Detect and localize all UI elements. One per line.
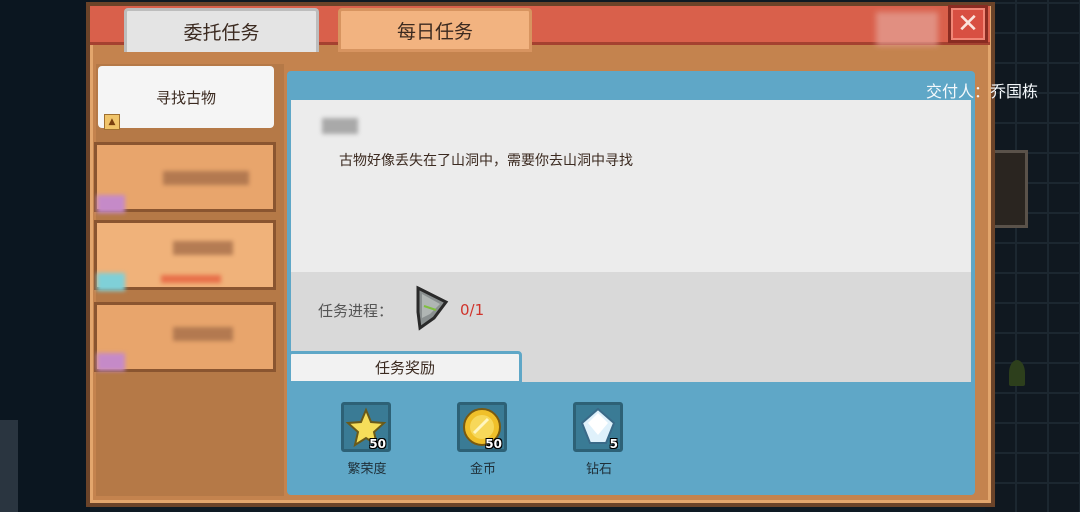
quest-list-item-label: 寻找古物 [155, 88, 216, 107]
rewards-tab-label: 任务奖励 [374, 359, 435, 377]
quest-description-box [291, 100, 971, 272]
progress-value: 0/1 [460, 301, 485, 319]
quest-list-item[interactable] [94, 142, 276, 213]
quest-list-item-selected[interactable]: 寻找古物 [98, 66, 274, 128]
reward-slot-gold[interactable]: 50 [457, 402, 507, 452]
tab-commission-label: 委托任务 [183, 22, 260, 44]
blurred-speaker-name [322, 118, 358, 134]
reward-slot-prosperity[interactable]: 50 [341, 402, 391, 452]
quest-gem-icon [97, 195, 125, 213]
flag-icon: ▲ [104, 114, 120, 130]
blurred-badge [876, 12, 938, 46]
quest-list-item[interactable] [94, 302, 276, 372]
reward-count: 50 [369, 437, 386, 451]
quest-gem-icon [97, 353, 125, 371]
background-wall [985, 0, 1080, 512]
blurred-quest-title [173, 241, 233, 255]
relic-fragment-icon [416, 285, 449, 331]
reward-label-gold: 金币 [469, 462, 496, 477]
quest-giver: 交付人：乔国栋 [925, 82, 1038, 101]
background-plant [1009, 360, 1025, 386]
reward-label-prosperity: 繁荣度 [347, 462, 387, 477]
reward-count: 5 [609, 437, 618, 451]
close-button[interactable]: ✕ [948, 5, 988, 43]
quest-list-item[interactable] [94, 220, 276, 291]
background-rock [0, 420, 18, 512]
close-icon: ✕ [957, 9, 979, 39]
tab-daily-quests[interactable]: 每日任务 [338, 8, 532, 52]
reward-label-diamond: 钻石 [585, 462, 612, 477]
blurred-quest-title [173, 327, 233, 341]
tab-commission-quests[interactable]: 委托任务 [124, 8, 319, 52]
progress-label: 任务进程： [318, 302, 394, 320]
reward-count: 50 [485, 437, 502, 451]
tab-quest-rewards[interactable]: 任务奖励 [288, 351, 522, 384]
quest-progress-bar [161, 275, 221, 283]
tab-daily-label: 每日任务 [396, 20, 473, 43]
reward-slot-diamond[interactable]: 5 [573, 402, 623, 452]
quest-description: 古物好像丢失在了山洞中，需要你去山洞中寻找 [339, 153, 633, 169]
quest-gem-icon [97, 273, 125, 291]
blurred-quest-title [163, 171, 249, 185]
